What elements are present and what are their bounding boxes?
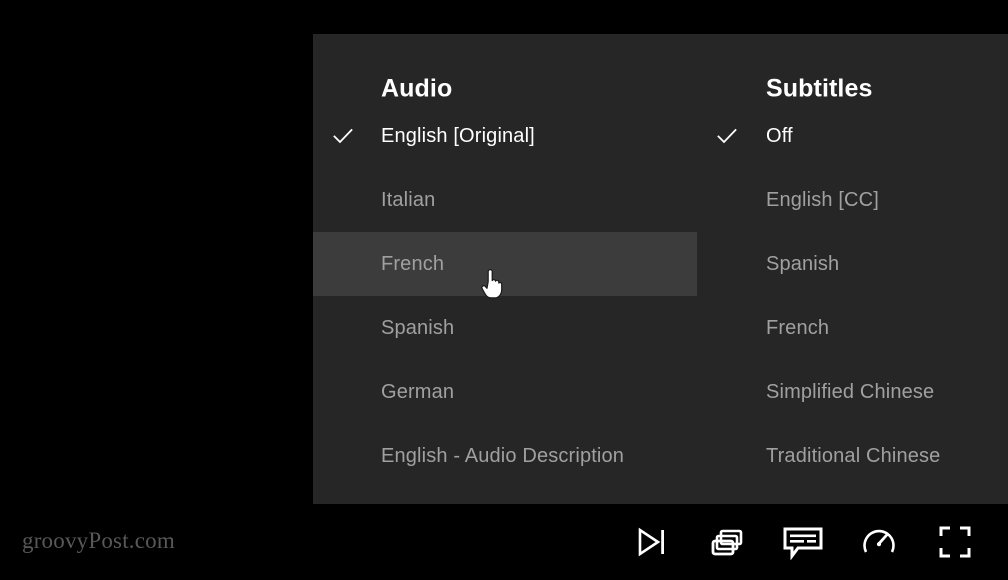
next-episode-icon (633, 524, 669, 560)
subtitles-option-spanish[interactable]: Spanish (697, 232, 1008, 296)
fullscreen-icon (937, 524, 973, 560)
audio-option-german[interactable]: German (313, 360, 697, 424)
playback-speed-button[interactable] (852, 515, 906, 569)
subtitles-option-off[interactable]: Off (697, 104, 1008, 168)
audio-option-label: French (381, 252, 445, 275)
audio-option-list: English [Original] Italian French Spanis… (313, 104, 697, 488)
subtitles-option-label: Simplified Chinese (766, 380, 935, 403)
subtitles-option-french[interactable]: French (697, 296, 1008, 360)
playback-speed-icon (861, 524, 897, 560)
subtitles-column: Subtitles Off English [CC] Spanish Frenc… (697, 34, 1008, 504)
subtitles-option-traditional-chinese[interactable]: Traditional Chinese (697, 424, 1008, 488)
audio-subtitles-button[interactable] (776, 515, 830, 569)
check-icon (697, 128, 766, 144)
subtitles-column-title: Subtitles (766, 74, 873, 103)
audio-subtitles-settings-panel: Audio English [Original] Italian French (313, 34, 1008, 504)
subtitles-option-label: French (766, 316, 830, 339)
audio-option-english-audio-description[interactable]: English - Audio Description (313, 424, 697, 488)
audio-option-spanish[interactable]: Spanish (313, 296, 697, 360)
subtitles-option-label: English [CC] (766, 188, 879, 211)
next-episode-button[interactable] (624, 515, 678, 569)
player-control-bar (0, 504, 1008, 580)
episodes-button[interactable] (700, 515, 754, 569)
subtitles-option-label: Spanish (766, 252, 840, 275)
audio-option-label: Italian (381, 188, 436, 211)
subtitles-option-label: Off (766, 124, 793, 147)
audio-option-italian[interactable]: Italian (313, 168, 697, 232)
audio-option-label: Spanish (381, 316, 455, 339)
audio-option-english-original[interactable]: English [Original] (313, 104, 697, 168)
audio-option-french[interactable]: French (313, 232, 697, 296)
check-icon (313, 128, 381, 144)
audio-option-label: German (381, 380, 455, 403)
audio-option-label: English [Original] (381, 124, 535, 147)
audio-subtitles-icon (782, 524, 824, 560)
subtitles-option-english-cc[interactable]: English [CC] (697, 168, 1008, 232)
subtitles-option-simplified-chinese[interactable]: Simplified Chinese (697, 360, 1008, 424)
subtitles-option-list: Off English [CC] Spanish French Simplifi… (697, 104, 1008, 488)
fullscreen-button[interactable] (928, 515, 982, 569)
audio-column-title: Audio (381, 74, 453, 103)
subtitles-option-label: Traditional Chinese (766, 444, 941, 467)
audio-column: Audio English [Original] Italian French (313, 34, 697, 504)
episodes-icon (708, 524, 746, 560)
audio-option-label: English - Audio Description (381, 444, 625, 467)
